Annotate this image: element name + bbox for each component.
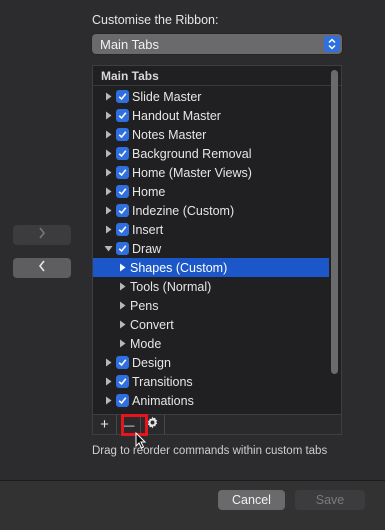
tree-row[interactable]: Shapes (Custom) — [93, 258, 329, 277]
disclosure-right-icon[interactable] — [117, 282, 127, 292]
disclosure-right-icon[interactable] — [103, 168, 113, 178]
tree-row-label: Pens — [130, 298, 159, 313]
checkbox[interactable] — [116, 90, 129, 103]
add-tab-button[interactable]: + — [93, 415, 117, 434]
checkbox[interactable] — [116, 375, 129, 388]
disclosure-right-icon[interactable] — [103, 225, 113, 235]
disclosure-down-icon[interactable] — [103, 244, 113, 254]
tree-row-label: Design — [132, 355, 171, 370]
tree-row-label: Home (Master Views) — [132, 165, 252, 180]
checkbox[interactable] — [116, 394, 129, 407]
updown-chevron-icon — [324, 36, 340, 52]
chevron-right-icon — [38, 226, 46, 244]
tree-row-label: Insert — [132, 222, 164, 237]
tree-row[interactable]: Indezine (Custom) — [93, 201, 329, 220]
checkbox[interactable] — [116, 185, 129, 198]
disclosure-right-icon[interactable] — [103, 149, 113, 159]
checkbox[interactable] — [116, 147, 129, 160]
section-label: Customise the Ribbon: — [92, 13, 219, 27]
checkbox[interactable] — [116, 128, 129, 141]
tree-row-label: Indezine (Custom) — [132, 203, 235, 218]
disclosure-right-icon[interactable] — [103, 92, 113, 102]
checkbox[interactable] — [116, 242, 129, 255]
tree-row-label: Notes Master — [132, 127, 207, 142]
ribbon-tabs-tree[interactable]: Main Tabs Slide Master Handout Master Note… — [92, 65, 342, 415]
disclosure-right-icon[interactable] — [117, 320, 127, 330]
add-to-ribbon-button[interactable] — [13, 225, 71, 245]
tree-row[interactable]: Home (Master Views) — [93, 163, 329, 182]
disclosure-right-icon[interactable] — [103, 111, 113, 121]
tree-row-label: Transitions — [132, 374, 193, 389]
save-button[interactable]: Save — [295, 490, 365, 510]
tree-row[interactable]: Background Removal — [93, 144, 329, 163]
disclosure-right-icon[interactable] — [103, 377, 113, 387]
ribbon-customize-pane: Customise the Ribbon: Main Tabs Main Tab… — [0, 0, 385, 481]
dropdown-value: Main Tabs — [100, 36, 160, 52]
tree-row-label: Animations — [132, 393, 194, 408]
disclosure-right-icon[interactable] — [103, 187, 113, 197]
tree-row[interactable]: Pens — [93, 296, 329, 315]
disclosure-right-icon[interactable] — [103, 206, 113, 216]
chevron-left-icon — [38, 259, 46, 277]
cancel-button[interactable]: Cancel — [218, 490, 285, 510]
disclosure-right-icon[interactable] — [103, 358, 113, 368]
tree-row[interactable]: Tools (Normal) — [93, 277, 329, 296]
tabs-dropdown[interactable]: Main Tabs — [92, 34, 342, 54]
tree-row[interactable]: Home — [93, 182, 329, 201]
tree-row-label: Home — [132, 184, 166, 199]
tree-row[interactable]: Notes Master — [93, 125, 329, 144]
tree-row[interactable]: Draw — [93, 239, 329, 258]
drag-hint: Drag to reorder commands within custom t… — [92, 445, 328, 457]
checkbox[interactable] — [116, 109, 129, 122]
tree-rows: Slide Master Handout Master Notes Master Ba… — [93, 87, 329, 410]
tree-row-label: Draw — [132, 241, 162, 256]
tree-row-label: Background Removal — [132, 146, 252, 161]
checkbox[interactable] — [116, 204, 129, 217]
tree-row[interactable]: Slide Master — [93, 87, 329, 106]
tree-row-label: Tools (Normal) — [130, 279, 212, 294]
tree-row[interactable]: Mode — [93, 334, 329, 353]
checkbox[interactable] — [116, 166, 129, 179]
mouse-pointer-icon — [135, 431, 147, 454]
tree-header: Main Tabs — [93, 66, 341, 86]
tree-row-label: Handout Master — [132, 108, 221, 123]
tree-row[interactable]: Insert — [93, 220, 329, 239]
remove-from-ribbon-button[interactable] — [13, 258, 71, 278]
tree-row-label: Convert — [130, 317, 174, 332]
tree-row[interactable]: Animations — [93, 391, 329, 410]
tree-row-label: Mode — [130, 336, 162, 351]
disclosure-right-icon[interactable] — [117, 301, 127, 311]
disclosure-right-icon[interactable] — [103, 396, 113, 406]
tree-row[interactable]: Design — [93, 353, 329, 372]
tree-row[interactable]: Transitions — [93, 372, 329, 391]
disclosure-right-icon[interactable] — [117, 263, 127, 273]
tree-row-label: Slide Master — [132, 89, 202, 104]
checkbox[interactable] — [116, 356, 129, 369]
tree-row[interactable]: Handout Master — [93, 106, 329, 125]
tree-scrollbar[interactable] — [331, 70, 338, 374]
disclosure-right-icon[interactable] — [103, 130, 113, 140]
tree-row[interactable]: Convert — [93, 315, 329, 334]
checkbox[interactable] — [116, 223, 129, 236]
disclosure-right-icon[interactable] — [117, 339, 127, 349]
tree-row-label: Shapes (Custom) — [130, 260, 228, 275]
